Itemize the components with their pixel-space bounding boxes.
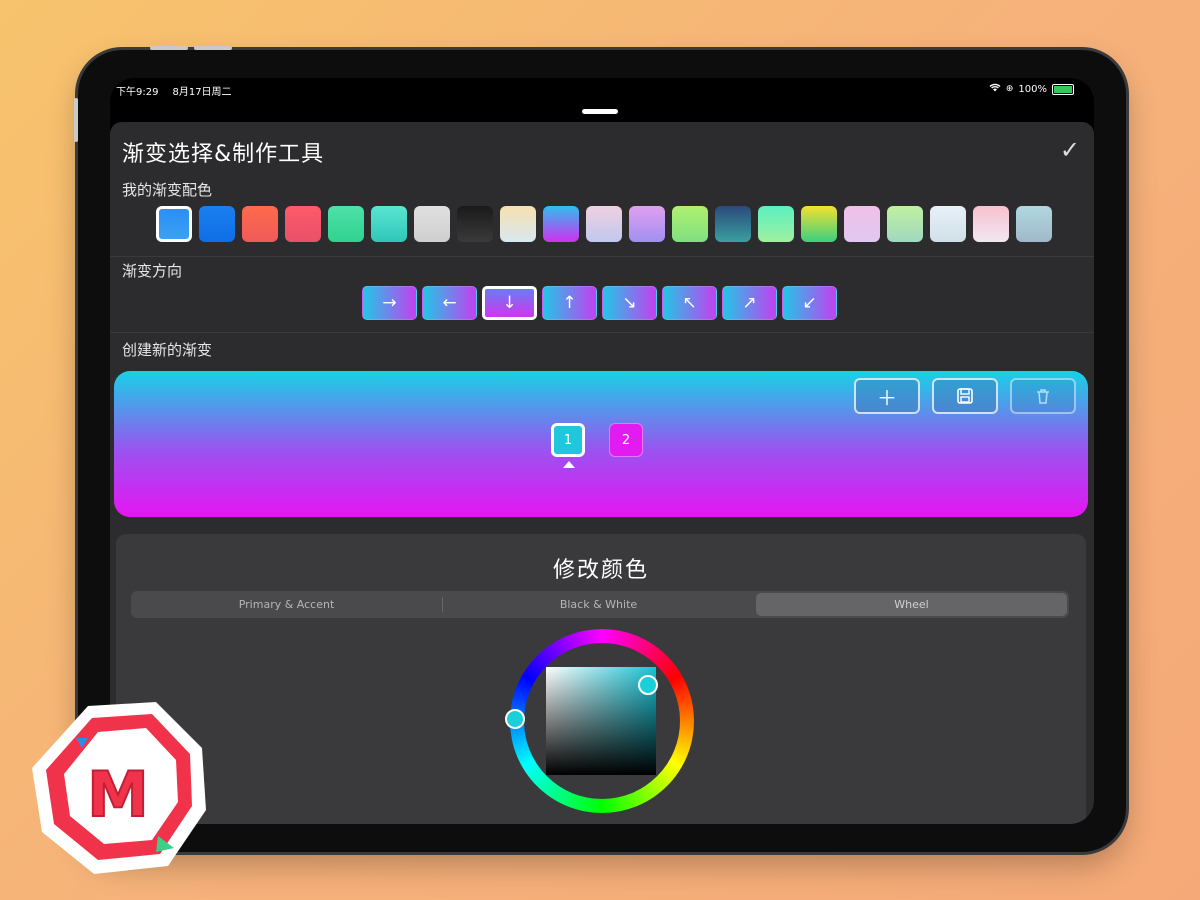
gradient-swatch[interactable] (242, 206, 278, 242)
editor-title: 修改颜色 (552, 558, 649, 583)
direction-button[interactable]: ↙ (782, 286, 837, 320)
gradient-tool-sheet: 渐变选择&制作工具 ✓ 我的渐变配色 渐变方向 → ← ↓ ↑ ↘ ↖ ↗ ↙ 创建新的渐变 … (110, 122, 1094, 824)
color-mode-segmented-control: Primary & Accent Black & White Wheel (131, 591, 1069, 618)
gradient-swatch[interactable] (672, 206, 708, 242)
arrow-icon: ↗ (742, 293, 757, 313)
trash-icon (1037, 389, 1049, 404)
direction-button[interactable]: ↖ (662, 286, 717, 320)
status-date: 8月17日周二 (172, 87, 232, 98)
hue-knob[interactable] (505, 709, 525, 729)
gradient-swatch[interactable] (500, 206, 536, 242)
plus-icon: ＋ (877, 385, 897, 410)
floppy-disk-icon (957, 388, 973, 404)
add-stop-button[interactable]: ＋ (854, 378, 920, 414)
arrow-icon: → (382, 293, 397, 313)
gradient-swatch[interactable] (457, 206, 493, 242)
wifi-icon (989, 83, 1001, 95)
battery-percent: 100% (1018, 83, 1047, 95)
arrow-icon: ↖ (682, 293, 697, 313)
arrow-icon: ← (442, 293, 457, 313)
gradient-swatch[interactable] (285, 206, 321, 242)
gradient-swatch[interactable] (199, 206, 235, 242)
status-time: 下午9:29 (116, 87, 159, 98)
save-gradient-button[interactable] (932, 378, 998, 414)
stop-label: 2 (621, 432, 631, 448)
gradient-swatch[interactable] (758, 206, 794, 242)
tab-wheel[interactable]: Wheel (756, 593, 1067, 616)
direction-label: 渐变方向 (122, 262, 183, 280)
gradient-swatch[interactable] (1016, 206, 1052, 242)
gradient-swatch[interactable] (973, 206, 1009, 242)
arrow-icon: ↘ (622, 293, 637, 313)
checkmark-icon[interactable]: ✓ (1060, 136, 1080, 164)
gradient-swatch[interactable] (930, 206, 966, 242)
direction-button[interactable]: ↗ (722, 286, 777, 320)
create-gradient-label: 创建新的渐变 (122, 341, 213, 359)
gradient-swatch[interactable] (801, 206, 837, 242)
volume-button (150, 46, 188, 50)
lock-rotation-icon: ⊕ (1005, 84, 1014, 94)
status-bar: 下午9:29 8月17日周二 ⊕ 100% (110, 78, 1094, 100)
app-logo: M (32, 702, 206, 874)
gradient-swatch[interactable] (887, 206, 923, 242)
color-editor-panel: 修改颜色 Primary & Accent Black & White Whee… (116, 534, 1086, 824)
gradient-swatch[interactable] (543, 206, 579, 242)
direction-button[interactable]: ← (422, 286, 477, 320)
direction-button[interactable]: ↓ (482, 286, 537, 320)
color-knob[interactable] (638, 675, 658, 695)
tab-black-white[interactable]: Black & White (443, 591, 754, 618)
battery-icon (1052, 83, 1074, 95)
page-title: 渐变选择&制作工具 (122, 142, 325, 167)
arrow-icon: ↓ (502, 293, 517, 313)
gradient-swatch[interactable] (156, 206, 192, 242)
gradient-swatch[interactable] (328, 206, 364, 242)
direction-list: → ← ↓ ↑ ↘ ↖ ↗ ↙ (362, 286, 837, 320)
direction-button[interactable]: ↘ (602, 286, 657, 320)
direction-button[interactable]: → (362, 286, 417, 320)
volume-button (194, 46, 232, 50)
arrow-icon: ↙ (802, 293, 817, 313)
gradient-swatch[interactable] (371, 206, 407, 242)
screen: 下午9:29 8月17日周二 ⊕ 100% 渐变选择&制作工具 ✓ 我的渐变配色… (110, 78, 1094, 824)
stop-label: 1 (563, 432, 573, 448)
tab-primary-accent[interactable]: Primary & Accent (131, 591, 442, 618)
sheet-grabber[interactable] (582, 109, 618, 114)
gradient-stop-2[interactable]: 2 (609, 423, 643, 457)
selected-stop-caret (563, 461, 575, 468)
gradient-swatch[interactable] (414, 206, 450, 242)
gradient-swatch[interactable] (715, 206, 751, 242)
logo-letter: M (87, 758, 149, 831)
divider (110, 256, 1094, 257)
delete-stop-button[interactable] (1010, 378, 1076, 414)
gradient-preview[interactable]: ＋ 1 2 (114, 371, 1088, 517)
my-gradients-label: 我的渐变配色 (122, 181, 213, 199)
arrow-icon: ↑ (562, 293, 577, 313)
direction-button[interactable]: ↑ (542, 286, 597, 320)
gradient-stop-1[interactable]: 1 (551, 423, 585, 457)
gradient-swatch[interactable] (844, 206, 880, 242)
gradient-swatch[interactable] (586, 206, 622, 242)
gradient-swatch[interactable] (629, 206, 665, 242)
swatch-list (156, 206, 1052, 242)
ipad-frame: 下午9:29 8月17日周二 ⊕ 100% 渐变选择&制作工具 ✓ 我的渐变配色… (74, 46, 1126, 852)
divider (110, 332, 1094, 333)
power-button (74, 98, 78, 142)
